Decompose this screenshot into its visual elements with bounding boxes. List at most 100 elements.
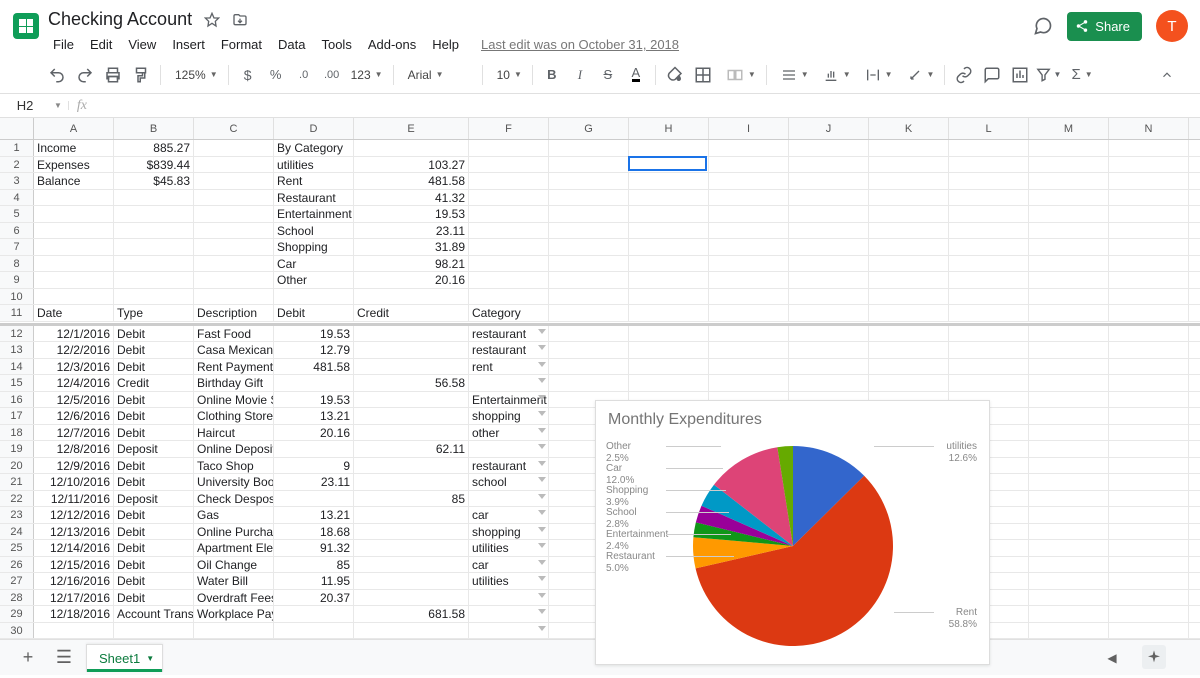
cell-A5[interactable] xyxy=(34,206,114,222)
cell-C1[interactable] xyxy=(194,140,274,156)
cell-N9[interactable] xyxy=(1109,272,1189,288)
cell-C8[interactable] xyxy=(194,256,274,272)
cell-A18[interactable]: 12/7/2016 xyxy=(34,425,114,441)
add-sheet-button[interactable]: + xyxy=(14,644,42,672)
cell-J7[interactable] xyxy=(789,239,869,255)
cell-N6[interactable] xyxy=(1109,223,1189,239)
cell-M2[interactable] xyxy=(1029,157,1109,173)
col-header-M[interactable]: M xyxy=(1029,118,1109,139)
cell-I4[interactable] xyxy=(709,190,789,206)
cell-H13[interactable] xyxy=(629,342,709,358)
cell-K1[interactable] xyxy=(869,140,949,156)
cell-B11[interactable]: Type xyxy=(114,305,194,321)
comments-icon[interactable] xyxy=(1033,16,1053,36)
row-header[interactable]: 17 xyxy=(0,408,34,424)
col-header-E[interactable]: E xyxy=(354,118,469,139)
cell-A6[interactable] xyxy=(34,223,114,239)
cell-M18[interactable] xyxy=(1029,425,1109,441)
comment-icon[interactable] xyxy=(979,62,1005,88)
cell-D11[interactable]: Debit xyxy=(274,305,354,321)
cell-D15[interactable] xyxy=(274,375,354,391)
cell-N14[interactable] xyxy=(1109,359,1189,375)
cell-K6[interactable] xyxy=(869,223,949,239)
cell-F15[interactable] xyxy=(469,375,549,391)
cell-N10[interactable] xyxy=(1109,289,1189,305)
row-header[interactable]: 7 xyxy=(0,239,34,255)
row-header[interactable]: 21 xyxy=(0,474,34,490)
cell-B10[interactable] xyxy=(114,289,194,305)
cell-F19[interactable] xyxy=(469,441,549,457)
cell-B21[interactable]: Debit xyxy=(114,474,194,490)
cell-J15[interactable] xyxy=(789,375,869,391)
cell-G3[interactable] xyxy=(549,173,629,189)
cell-J1[interactable] xyxy=(789,140,869,156)
cell-N28[interactable] xyxy=(1109,590,1189,606)
h-align-icon[interactable]: ▼ xyxy=(773,63,813,87)
undo-icon[interactable] xyxy=(44,62,70,88)
text-color-icon[interactable]: A xyxy=(623,62,649,88)
cell-D10[interactable] xyxy=(274,289,354,305)
cell-F9[interactable] xyxy=(469,272,549,288)
merge-cells-icon[interactable]: ▼ xyxy=(718,63,760,87)
cell-N26[interactable] xyxy=(1109,557,1189,573)
cell-I2[interactable] xyxy=(709,157,789,173)
col-header-G[interactable]: G xyxy=(549,118,629,139)
cell-D25[interactable]: 91.32 xyxy=(274,540,354,556)
validation-dropdown-icon[interactable] xyxy=(538,461,546,466)
cell-M8[interactable] xyxy=(1029,256,1109,272)
cell-C29[interactable]: Workplace Payroll xyxy=(194,606,274,622)
cell-M3[interactable] xyxy=(1029,173,1109,189)
cell-L6[interactable] xyxy=(949,223,1029,239)
cell-J4[interactable] xyxy=(789,190,869,206)
cell-J10[interactable] xyxy=(789,289,869,305)
scroll-left-icon[interactable]: ◀ xyxy=(1098,644,1126,672)
row-header[interactable]: 27 xyxy=(0,573,34,589)
row-header[interactable]: 20 xyxy=(0,458,34,474)
row-header[interactable]: 30 xyxy=(0,623,34,639)
cell-N18[interactable] xyxy=(1109,425,1189,441)
cell-D2[interactable]: utilities xyxy=(274,157,354,173)
cell-N22[interactable] xyxy=(1109,491,1189,507)
cell-B1[interactable]: 885.27 xyxy=(114,140,194,156)
star-icon[interactable] xyxy=(202,10,222,30)
cell-G2[interactable] xyxy=(549,157,629,173)
chart-icon[interactable] xyxy=(1007,62,1033,88)
col-header-B[interactable]: B xyxy=(114,118,194,139)
cell-H5[interactable] xyxy=(629,206,709,222)
validation-dropdown-icon[interactable] xyxy=(538,329,546,334)
cell-E9[interactable]: 20.16 xyxy=(354,272,469,288)
share-button[interactable]: Share xyxy=(1067,12,1142,41)
cell-N7[interactable] xyxy=(1109,239,1189,255)
row-header[interactable]: 2 xyxy=(0,157,34,173)
validation-dropdown-icon[interactable] xyxy=(538,609,546,614)
increase-decimal-icon[interactable]: .00 xyxy=(319,62,345,88)
cell-C15[interactable]: Birthday Gift xyxy=(194,375,274,391)
cell-B30[interactable] xyxy=(114,623,194,639)
validation-dropdown-icon[interactable] xyxy=(538,494,546,499)
cell-D24[interactable]: 18.68 xyxy=(274,524,354,540)
cell-A28[interactable]: 12/17/2016 xyxy=(34,590,114,606)
cell-C23[interactable]: Gas xyxy=(194,507,274,523)
row-header[interactable]: 6 xyxy=(0,223,34,239)
cell-E12[interactable] xyxy=(354,326,469,342)
functions-icon[interactable]: Σ▼ xyxy=(1063,63,1096,87)
cell-B25[interactable]: Debit xyxy=(114,540,194,556)
cell-M28[interactable] xyxy=(1029,590,1109,606)
cell-N1[interactable] xyxy=(1109,140,1189,156)
cell-M7[interactable] xyxy=(1029,239,1109,255)
cell-C17[interactable]: Clothing Store xyxy=(194,408,274,424)
cell-A2[interactable]: Expenses xyxy=(34,157,114,173)
cell-I5[interactable] xyxy=(709,206,789,222)
cell-H11[interactable] xyxy=(629,305,709,321)
col-header-C[interactable]: C xyxy=(194,118,274,139)
cell-H3[interactable] xyxy=(629,173,709,189)
cell-G5[interactable] xyxy=(549,206,629,222)
row-header[interactable]: 19 xyxy=(0,441,34,457)
cell-B29[interactable]: Account Transfer xyxy=(114,606,194,622)
cell-A23[interactable]: 12/12/2016 xyxy=(34,507,114,523)
cell-G13[interactable] xyxy=(549,342,629,358)
cell-J3[interactable] xyxy=(789,173,869,189)
zoom-selector[interactable]: 125%▼ xyxy=(167,63,222,87)
cell-N8[interactable] xyxy=(1109,256,1189,272)
borders-icon[interactable] xyxy=(690,62,716,88)
